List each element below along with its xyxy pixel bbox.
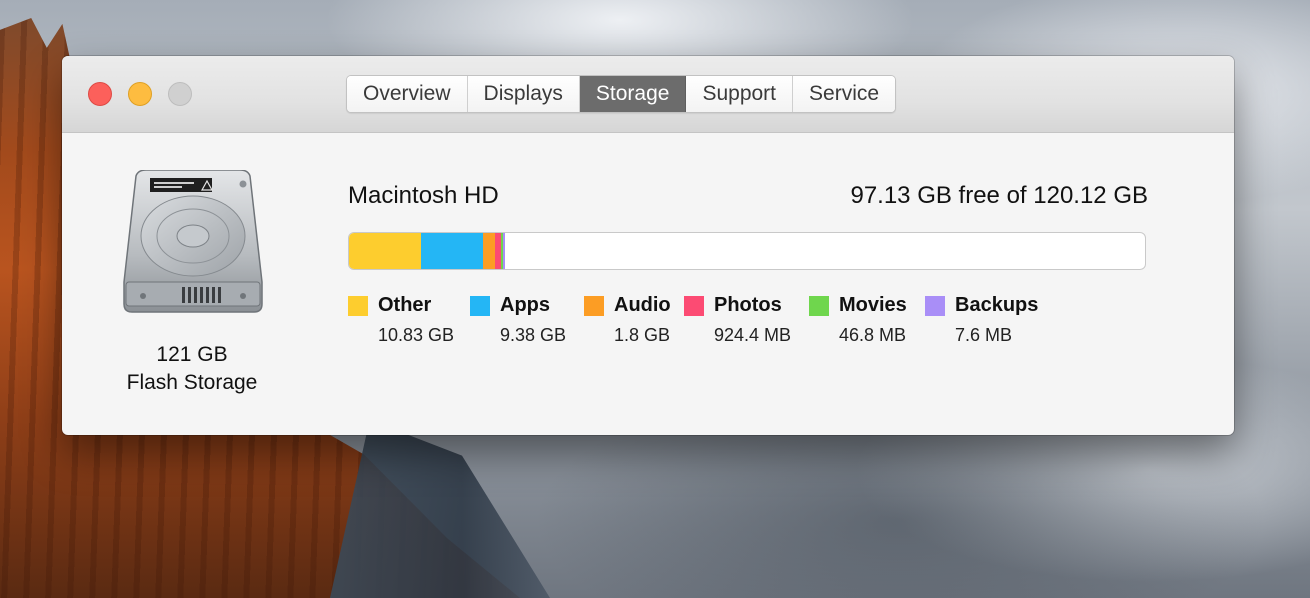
legend-category-size: 10.83 GB [378, 325, 455, 345]
legend-swatch [584, 296, 604, 316]
legend-category-size: 924.4 MB [714, 325, 792, 345]
zoom-button [168, 82, 192, 106]
legend-category-size: 7.6 MB [955, 325, 1013, 345]
legend-category-size: 46.8 MB [839, 325, 907, 345]
legend-category-size: 9.38 GB [500, 325, 567, 345]
usage-segment-other [349, 233, 421, 269]
drive-type: Flash Storage [126, 371, 258, 394]
tab-storage[interactable]: Storage [579, 76, 687, 112]
volume-name: Macintosh HD [348, 182, 499, 209]
about-this-mac-window: Overview Displays Storage Support Servic… [62, 56, 1234, 435]
usage-segment-audio [482, 233, 495, 269]
drive-capacity: 121 GB [156, 343, 228, 366]
legend-category-name: Audio [614, 294, 671, 316]
volume-free-space: 97.13 GB free of 120.12 GB [850, 182, 1148, 209]
legend-swatch [470, 296, 490, 316]
close-button[interactable] [88, 82, 112, 106]
tab-overview[interactable]: Overview [347, 76, 468, 112]
legend-category-size: 1.8 GB [614, 325, 671, 345]
minimize-button[interactable] [128, 82, 152, 106]
tab-service[interactable]: Service [793, 76, 896, 112]
usage-segment-apps [420, 233, 483, 269]
legend-category-name: Backups [955, 294, 1039, 316]
hard-drive-icon [122, 169, 264, 316]
legend-swatch [348, 296, 368, 316]
legend-swatch [684, 296, 704, 316]
legend-category-name: Photos [714, 294, 782, 316]
window-titlebar[interactable]: Overview Displays Storage Support Servic… [62, 56, 1234, 133]
tab-bar: Overview Displays Storage Support Servic… [346, 75, 897, 113]
usage-segment-backups [502, 233, 505, 269]
legend-category-name: Apps [500, 294, 550, 316]
legend-category-name: Movies [839, 294, 907, 316]
tab-displays[interactable]: Displays [467, 76, 580, 112]
legend-swatch [809, 296, 829, 316]
tab-support[interactable]: Support [686, 76, 794, 112]
legend-category-name: Other [378, 294, 432, 316]
legend-swatch [925, 296, 945, 316]
storage-usage-bar [348, 232, 1146, 270]
